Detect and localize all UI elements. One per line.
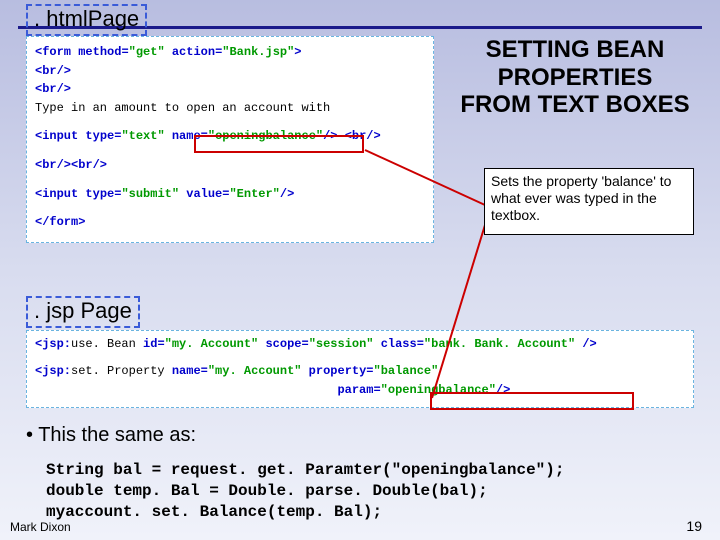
- jsp-code-block: <jsp:use. Bean id="my. Account" scope="s…: [26, 330, 694, 408]
- html-page-label: . htmlPage: [26, 4, 147, 36]
- footer-author: Mark Dixon: [10, 520, 71, 534]
- slide-title: SETTING BEAN PROPERTIES FROM TEXT BOXES: [460, 36, 690, 119]
- html-code-block: <form method="get" action="Bank.jsp"> <b…: [26, 36, 434, 243]
- footer-page-number: 19: [686, 518, 702, 534]
- bullet-text: • This the same as:: [26, 424, 196, 447]
- equivalent-java-code: String bal = request. get. Paramter("ope…: [46, 460, 564, 522]
- annotation-callout: Sets the property 'balance' to what ever…: [484, 168, 694, 235]
- jsp-page-label: . jsp Page: [26, 296, 140, 328]
